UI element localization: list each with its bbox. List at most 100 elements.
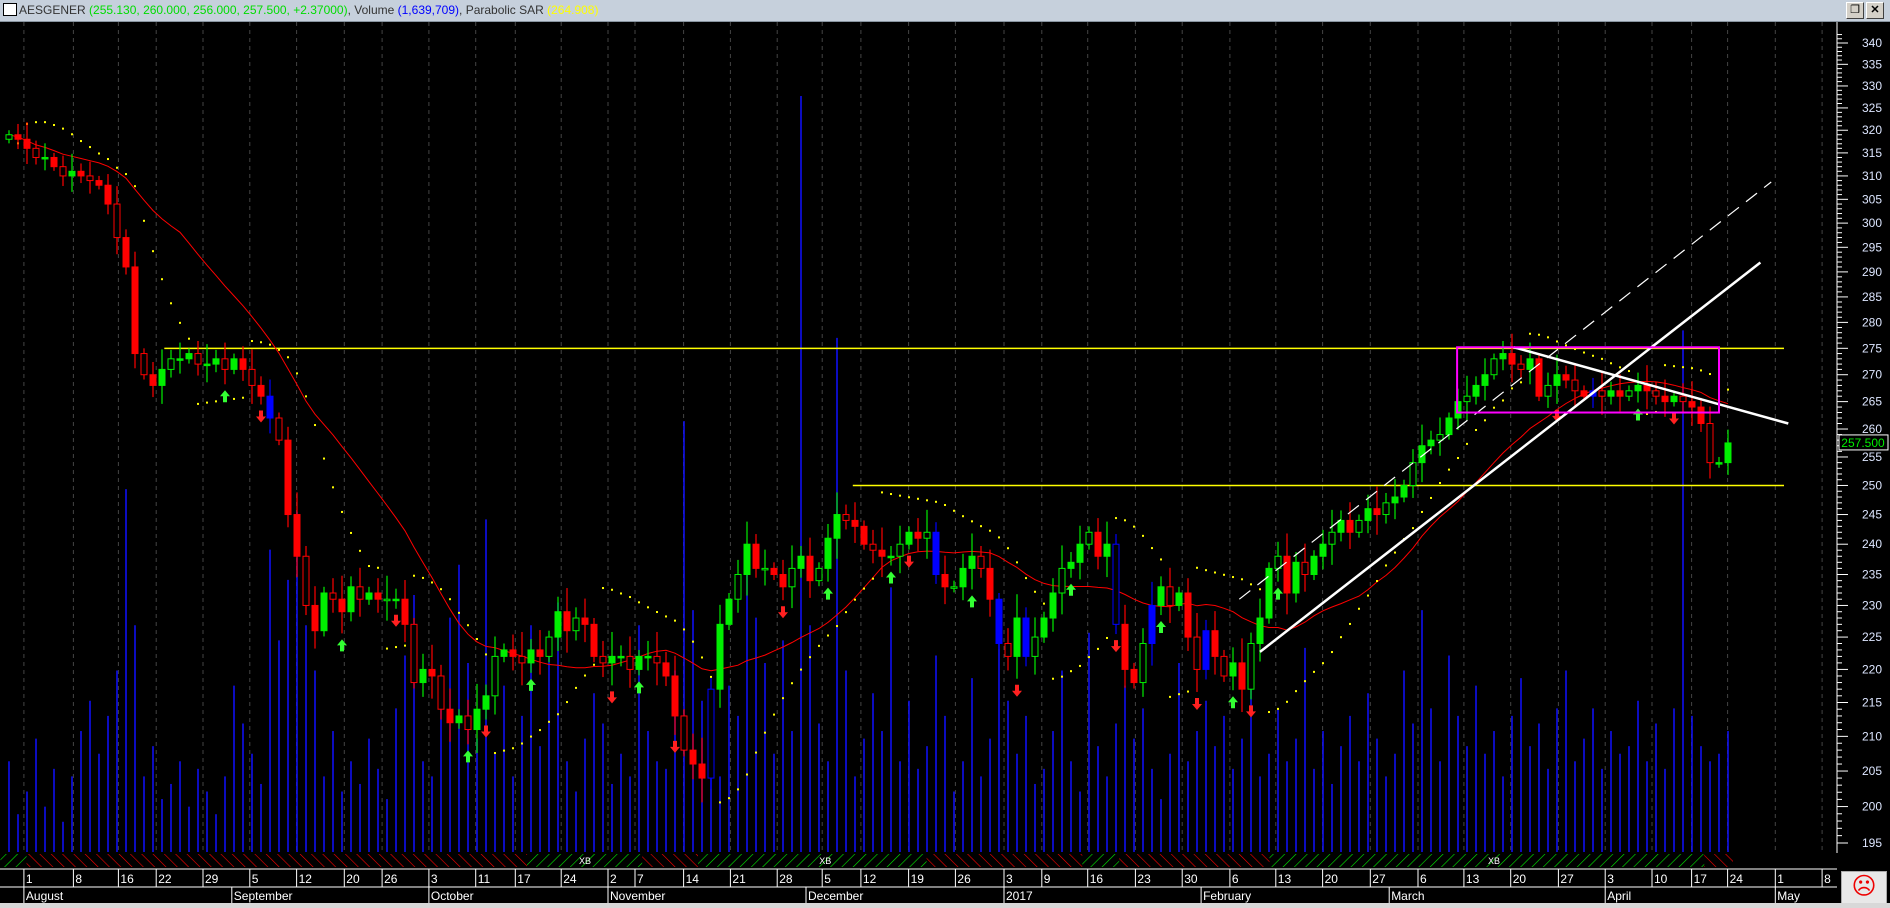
close-icon[interactable]: ✕ — [1866, 2, 1884, 19]
candle-body — [23, 138, 31, 149]
sar-dot — [1466, 442, 1468, 445]
restore-icon[interactable]: ❐ — [1846, 2, 1864, 19]
day-label: 8 — [75, 872, 82, 886]
candle-body — [1049, 592, 1057, 619]
candle-body — [1130, 668, 1138, 684]
sar-dot — [404, 644, 406, 647]
sar-dot — [260, 341, 262, 344]
sar-dot — [989, 529, 991, 532]
sar-dot — [287, 356, 289, 359]
day-label: 26 — [957, 872, 971, 886]
candle-body — [617, 655, 625, 659]
candle-body — [1337, 519, 1345, 533]
candle-body — [1013, 617, 1021, 657]
sar-dot — [530, 735, 532, 738]
price-chart[interactable]: 1952002052102152202252302352402452502552… — [0, 0, 1890, 908]
month-label: May — [1777, 889, 1800, 903]
sar-label: Parabolic SAR — [465, 3, 544, 17]
candle-body — [347, 586, 355, 613]
sar-dot — [98, 152, 100, 155]
sar-dot — [1439, 481, 1441, 484]
price-tick-label: 335 — [1862, 57, 1882, 71]
candle-body — [1409, 462, 1417, 486]
candle-body — [869, 543, 877, 551]
candle-body — [374, 592, 382, 600]
sar-dot — [1511, 387, 1513, 390]
sar-dot — [1115, 517, 1117, 520]
price-tick-label: 340 — [1862, 36, 1882, 50]
candle-body — [536, 649, 544, 657]
candle-body — [149, 374, 157, 386]
sar-dot — [1610, 362, 1612, 365]
sar-dot — [1088, 656, 1090, 659]
status-strip — [0, 903, 1890, 908]
sar-dot — [620, 592, 622, 595]
day-label: 3 — [1006, 872, 1013, 886]
day-label: 5 — [252, 872, 259, 886]
price-tick-label: 240 — [1862, 537, 1882, 551]
candle-body — [1571, 379, 1579, 392]
day-label: 2 — [610, 872, 617, 886]
sar-dot — [521, 742, 523, 745]
sar-dot — [1268, 711, 1270, 714]
price-tick-label: 260 — [1862, 422, 1882, 436]
price-tick-label: 245 — [1862, 508, 1882, 522]
trend-band: XB XB XB — [0, 853, 1890, 868]
candle-body — [1670, 395, 1678, 403]
trend-band-down — [1704, 854, 1733, 867]
candle-body — [1211, 630, 1219, 657]
candle-body — [122, 237, 130, 268]
candle-body — [95, 180, 103, 186]
candle-body — [14, 134, 22, 140]
price-tick-label: 285 — [1862, 290, 1882, 304]
price-tick-label: 270 — [1862, 368, 1882, 382]
candle-body — [797, 555, 805, 569]
sar-value: (264.908) — [547, 3, 599, 17]
candle-body — [995, 598, 1003, 644]
candle-body — [1553, 374, 1561, 386]
candle-body — [842, 514, 850, 521]
sar-dot — [746, 773, 748, 776]
price-tick-label: 205 — [1862, 764, 1882, 778]
date-axis[interactable]: 1 8 16 22 29 5 12 20 26 3 11 17 24 2 7 14 21 28 5 12 19 26 3 9 1… — [0, 868, 1837, 903]
price-tick-label: 250 — [1862, 478, 1882, 492]
sar-dot — [1142, 534, 1144, 537]
candle — [1112, 534, 1120, 635]
sar-dot — [1340, 636, 1342, 639]
candle-body — [1310, 555, 1318, 576]
price-tick-label: 220 — [1862, 662, 1882, 676]
candle-body — [401, 598, 409, 625]
candle-body — [1139, 642, 1147, 684]
candle-body — [752, 543, 760, 569]
candle-body — [392, 598, 400, 602]
candle-body — [1598, 390, 1606, 397]
sar-dot — [485, 653, 487, 656]
candle-body — [140, 353, 148, 376]
candle — [995, 592, 1003, 650]
volume-value: (1,639,709) — [397, 3, 460, 17]
sar-dot — [971, 520, 973, 523]
sar-dot — [809, 656, 811, 659]
candle-body — [1373, 508, 1381, 516]
candle-body — [959, 567, 967, 588]
candle-body — [1706, 423, 1714, 464]
candle-body — [1436, 434, 1444, 441]
candle-body — [302, 555, 310, 606]
sar-dot — [1160, 558, 1162, 561]
sar-dot — [314, 424, 316, 427]
sar-dot — [152, 250, 154, 253]
trend-band-up — [1269, 854, 1705, 867]
price-tick-label: 235 — [1862, 568, 1882, 582]
sar-dot — [251, 340, 253, 343]
candle-body — [1445, 417, 1453, 436]
sar-dot — [1574, 348, 1576, 351]
sar-dot — [1376, 580, 1378, 583]
candle-body — [1481, 374, 1489, 386]
candle-body — [1067, 561, 1075, 569]
sad-face-icon[interactable]: ☹ — [1841, 871, 1887, 904]
price-tick-label: 300 — [1862, 216, 1882, 230]
candle-body — [896, 543, 904, 557]
price-tick-label: 280 — [1862, 315, 1882, 329]
sar-dot — [1133, 525, 1135, 528]
sar-dot — [53, 124, 55, 127]
